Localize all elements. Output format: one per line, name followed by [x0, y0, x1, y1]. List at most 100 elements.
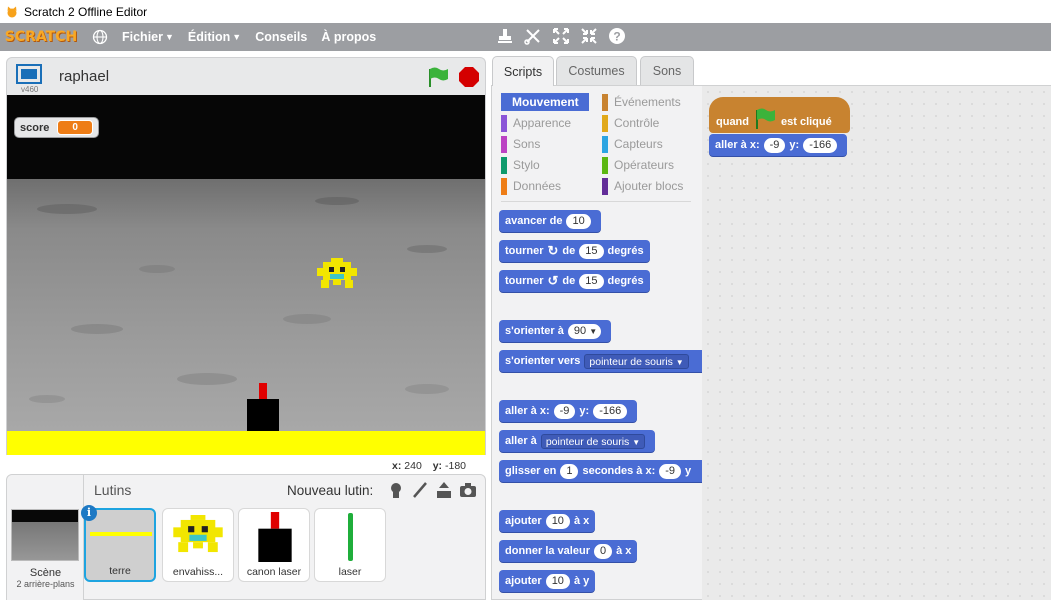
block-input[interactable]: 10 [566, 213, 591, 229]
sprites-panel: Scène 2 arrière-plans Lutins Nouveau lut… [6, 474, 486, 600]
block-move-steps[interactable]: avancer de 10 [499, 210, 601, 232]
block-input[interactable]: 15 [579, 273, 604, 289]
stage-sky [7, 95, 485, 181]
paint-brush-icon[interactable] [411, 481, 429, 499]
project-name[interactable]: raphael [59, 68, 109, 85]
laser-cannon-sprite[interactable] [247, 383, 279, 431]
coord-x-label: x: [392, 460, 402, 472]
sprite-thumb-terre [90, 532, 152, 536]
block-input[interactable]: 10 [545, 513, 570, 529]
target-dropdown[interactable]: pointeur de souris ▼ [540, 433, 646, 449]
block-text: à x [616, 545, 632, 557]
sprite-thumb-canon [258, 512, 292, 562]
duplicate-stamp-icon[interactable] [496, 27, 514, 45]
block-change-y[interactable]: ajouter 10 à y [499, 570, 596, 592]
script-hat-when-flag-clicked[interactable]: quand est cliqué [709, 97, 850, 133]
scene-thumbnail[interactable] [11, 509, 79, 561]
upload-icon[interactable] [435, 481, 453, 499]
block-input[interactable]: 1 [560, 463, 579, 479]
category-looks[interactable]: Apparence [501, 114, 571, 132]
menu-edit[interactable]: Édition ▼ [188, 30, 241, 44]
block-turn-left[interactable]: tourner ↺ de 15 degrés [499, 270, 650, 292]
block-set-x[interactable]: donner la valeur 0 à x [499, 540, 638, 562]
category-label: Stylo [513, 158, 540, 172]
block-input[interactable]: 15 [579, 243, 604, 259]
block-point-direction[interactable]: s'orienter à 90 ▼ [499, 320, 612, 342]
sprite-tile-laser[interactable]: laser [314, 508, 386, 582]
block-input-y[interactable]: -166 [803, 137, 838, 153]
target-dropdown[interactable]: pointeur de souris ▼ [584, 353, 689, 369]
block-text: à x [573, 515, 590, 527]
stage[interactable]: score 0 [6, 95, 486, 455]
category-motion[interactable]: Mouvement [501, 93, 589, 111]
script-area[interactable] [702, 85, 1051, 600]
choose-from-library-icon[interactable] [387, 481, 405, 499]
menu-file-label: Fichier [122, 30, 163, 44]
grow-icon[interactable] [552, 27, 570, 45]
category-sound[interactable]: Sons [501, 135, 540, 153]
green-flag-icon[interactable] [427, 66, 449, 88]
category-events[interactable]: Événements [602, 93, 681, 111]
block-point-towards[interactable]: s'orienter vers pointeur de souris ▼ [499, 350, 702, 372]
block-change-x[interactable]: ajouter 10 à x [499, 510, 596, 532]
block-input-x[interactable]: -9 [659, 463, 682, 479]
block-goto-target[interactable]: aller à pointeur de souris ▼ [499, 430, 656, 452]
category-operators[interactable]: Opérateurs [602, 156, 674, 174]
toolbar-tools: ? [496, 27, 626, 45]
camera-icon[interactable] [459, 481, 477, 499]
globe-icon[interactable] [92, 29, 108, 45]
block-text: quand [716, 116, 749, 128]
sprite-thumb-laser [348, 513, 353, 561]
block-text: à y [573, 575, 590, 587]
block-text: s'orienter vers [505, 355, 581, 367]
sprite-tile-terre[interactable]: i terre [81, 505, 156, 582]
stop-icon[interactable] [458, 66, 480, 88]
sprites-title: Lutins [94, 482, 132, 498]
caret-down-icon: ▼ [675, 357, 684, 367]
block-input-y[interactable]: -166 [593, 403, 628, 419]
delete-scissors-icon[interactable] [524, 27, 542, 45]
block-glide[interactable]: glisser en 1 secondes à x: -9 y [499, 460, 702, 482]
block-text: de [562, 245, 576, 257]
category-data[interactable]: Données [501, 177, 561, 195]
version-label: v460 [21, 85, 39, 94]
category-more-blocks[interactable]: Ajouter blocs [602, 177, 683, 195]
block-text: secondes à x: [582, 465, 656, 477]
tab-scripts[interactable]: Scripts [492, 56, 554, 86]
block-text: aller à x: [505, 405, 550, 417]
scene-column[interactable]: Scène 2 arrière-plans [7, 475, 84, 600]
shrink-icon[interactable] [580, 27, 598, 45]
block-input-x[interactable]: -9 [553, 403, 576, 419]
dropdown-value: 90 [573, 324, 587, 337]
scratch-logo[interactable]: SCRATCH [5, 26, 77, 48]
category-label: Opérateurs [614, 158, 675, 172]
help-icon[interactable]: ? [608, 27, 626, 45]
block-text: glisser en [505, 465, 557, 477]
info-icon[interactable]: i [81, 505, 97, 521]
block-input[interactable]: 0 [593, 543, 613, 559]
coord-x-value: 240 [404, 460, 422, 472]
block-text: y: [789, 139, 800, 151]
scene-backdrop-count: 2 arrière-plans [16, 579, 75, 589]
tab-costumes[interactable]: Costumes [556, 56, 637, 85]
menu-file[interactable]: Fichier ▼ [122, 30, 174, 44]
ground-line-sprite [7, 431, 485, 455]
category-control[interactable]: Contrôle [602, 114, 659, 132]
sprite-tile-invader[interactable]: envahiss... [162, 508, 234, 582]
menu-tips[interactable]: Conseils [255, 30, 307, 44]
score-monitor[interactable]: score 0 [14, 117, 99, 138]
script-block-goto-xy[interactable]: aller à x: -9 y: -166 [709, 134, 848, 156]
category-sensing[interactable]: Capteurs [602, 135, 663, 153]
presentation-mode-icon[interactable] [16, 64, 42, 84]
direction-dropdown[interactable]: 90 ▼ [567, 323, 602, 339]
sprite-tile-canon-laser[interactable]: canon laser [238, 508, 310, 582]
block-goto-xy[interactable]: aller à x: -9 y: -166 [499, 400, 638, 422]
menu-about[interactable]: À propos [321, 30, 376, 44]
category-pen[interactable]: Stylo [501, 156, 540, 174]
category-swatch [602, 93, 608, 111]
block-turn-right[interactable]: tourner ↻ de 15 degrés [499, 240, 650, 262]
block-input-x[interactable]: -9 [763, 137, 786, 153]
invader-sprite[interactable] [317, 258, 357, 292]
block-input[interactable]: 10 [545, 573, 570, 589]
tab-sounds[interactable]: Sons [640, 56, 694, 85]
